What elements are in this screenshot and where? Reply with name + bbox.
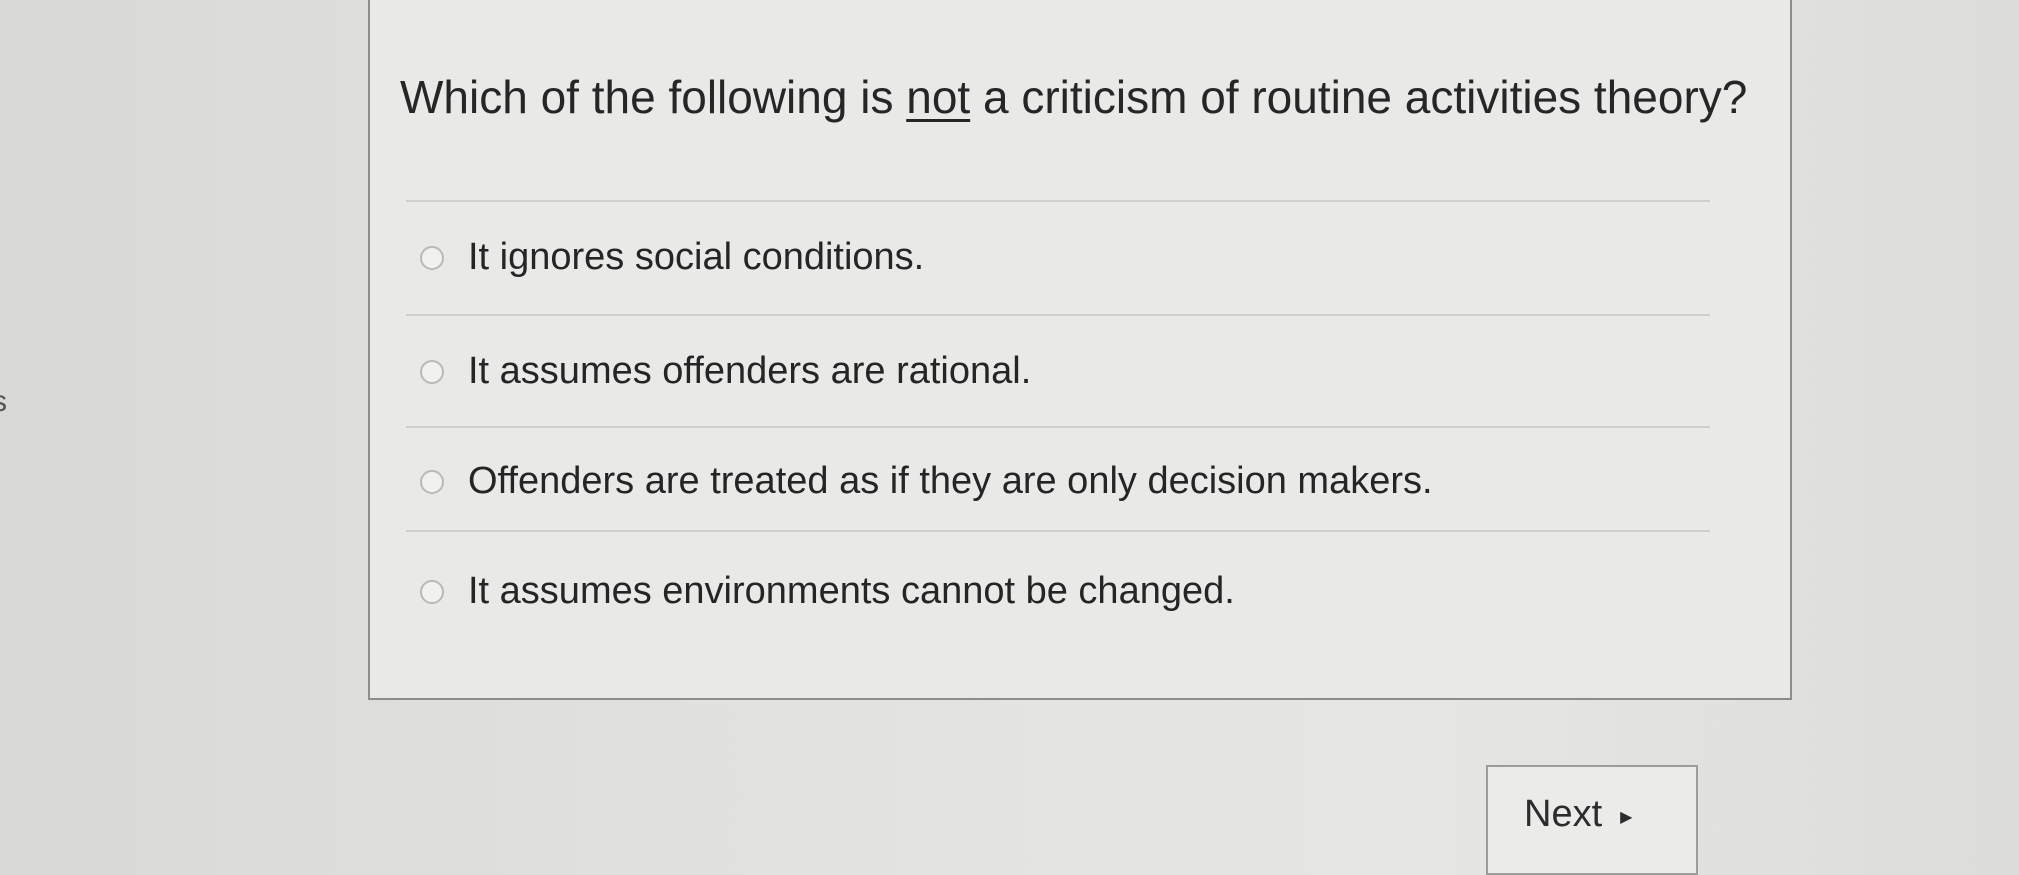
question-text-end: a criticism of routine activities theory… <box>970 71 1748 123</box>
radio-button[interactable] <box>420 579 444 604</box>
next-label: Next <box>1524 793 1603 835</box>
answer-option-label: It assumes offenders are rational. <box>468 350 1032 392</box>
answer-option-3[interactable]: Offenders are treated as if they are onl… <box>420 460 1433 503</box>
answer-option-4[interactable]: It assumes environments cannot be change… <box>420 570 1235 613</box>
answer-option-1[interactable]: It ignores social conditions. <box>420 236 924 279</box>
divider <box>406 426 1710 428</box>
divider <box>406 200 1710 202</box>
radio-button[interactable] <box>420 245 444 270</box>
question-text: Which of the following is not a criticis… <box>400 70 1747 124</box>
question-emphasis: not <box>906 71 971 123</box>
answer-option-label: It ignores social conditions. <box>468 236 925 278</box>
divider <box>406 314 1710 316</box>
answer-option-label: It assumes environments cannot be change… <box>468 570 1235 612</box>
triangle-right-icon: ▶ <box>1620 809 1633 826</box>
radio-button[interactable] <box>420 469 444 494</box>
radio-button[interactable] <box>420 359 444 384</box>
question-text-start: Which of the following is <box>400 71 907 123</box>
answer-option-label: Offenders are treated as if they are onl… <box>468 460 1433 502</box>
question-card: Which of the following is not a criticis… <box>368 0 1792 700</box>
edge-glyph: s <box>0 385 7 419</box>
next-button[interactable]: Next ▶ <box>1486 765 1698 875</box>
divider <box>406 530 1710 532</box>
answer-option-2[interactable]: It assumes offenders are rational. <box>420 350 1031 393</box>
